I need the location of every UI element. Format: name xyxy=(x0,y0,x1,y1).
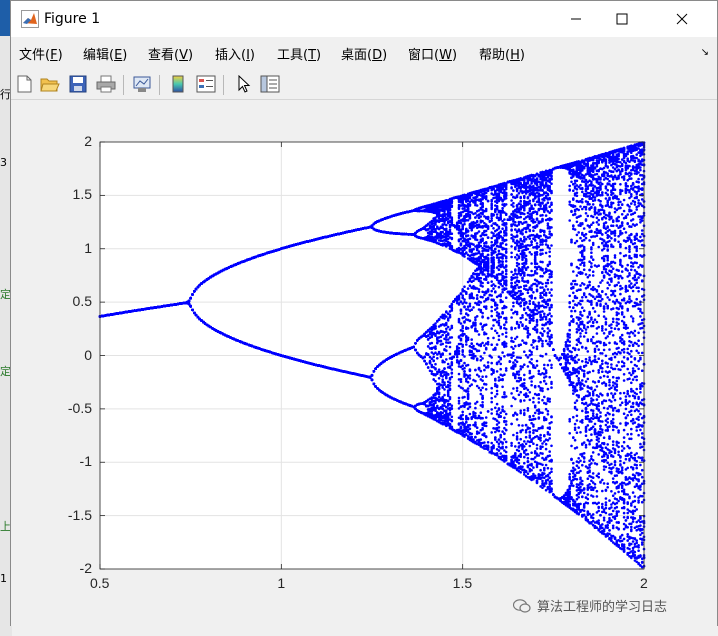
title-bar[interactable]: Figure 1 xyxy=(11,1,717,37)
property-inspector-button[interactable] xyxy=(259,73,281,95)
toolbar-separator xyxy=(223,75,224,95)
plot-area: 2 1.5 1 0.5 0 -0.5 -1 -1.5 -2 0.5 1 1.5 2 xyxy=(11,100,717,626)
matlab-logo-icon xyxy=(21,10,39,28)
data-point xyxy=(193,311,196,315)
toolbar-separator xyxy=(123,75,124,95)
close-button[interactable] xyxy=(659,1,705,37)
close-icon xyxy=(676,13,688,25)
menu-item-desktop[interactable]: 桌面(D) xyxy=(341,44,387,63)
menu-item-window[interactable]: 窗口(W) xyxy=(408,44,457,63)
print-button[interactable] xyxy=(95,73,117,95)
open-file-icon xyxy=(40,78,60,92)
property-inspector-icon xyxy=(260,75,280,93)
data-point xyxy=(191,308,194,312)
new-figure-button[interactable] xyxy=(13,73,35,95)
background-text: 1 xyxy=(0,572,7,585)
data-point xyxy=(187,302,191,305)
new-figure-icon xyxy=(17,75,32,93)
menu-bar: 文件(F) 编辑(E) 查看(V) 插入(I) 工具(T) 桌面(D) 窗口(W… xyxy=(11,41,717,65)
menu-item-file[interactable]: 文件(F) xyxy=(19,44,63,63)
menu-item-tools[interactable]: 工具(T) xyxy=(277,44,321,63)
data-point xyxy=(194,313,198,317)
chart-canvas[interactable] xyxy=(11,100,717,626)
menu-item-edit[interactable]: 编辑(E) xyxy=(83,44,127,63)
insert-legend-button[interactable] xyxy=(195,73,217,95)
figure-window: Figure 1 文件(F) 编辑(E) 查看(V) 插入(I) 工具(T) 桌… xyxy=(10,0,718,626)
print-icon xyxy=(96,75,116,93)
figure-toolbar xyxy=(11,69,717,100)
save-button[interactable] xyxy=(67,73,89,95)
data-point xyxy=(194,287,198,291)
pointer-icon xyxy=(238,75,251,93)
toolbar-separator xyxy=(159,75,160,95)
maximize-icon xyxy=(616,13,628,25)
background-text: 3 xyxy=(0,156,7,169)
insert-colorbar-button[interactable] xyxy=(167,73,189,95)
menubar-dock-arrow-icon[interactable]: ↘ xyxy=(701,47,709,58)
legend-icon xyxy=(196,75,216,93)
colorbar-icon xyxy=(172,75,184,93)
data-point xyxy=(193,290,196,293)
data-point xyxy=(191,293,194,296)
open-file-button[interactable] xyxy=(39,73,61,95)
data-point xyxy=(189,297,192,300)
edit-plot-button[interactable] xyxy=(233,73,255,95)
link-plot-icon xyxy=(133,76,151,92)
menu-item-insert[interactable]: 插入(I) xyxy=(215,44,255,63)
save-icon xyxy=(69,75,87,93)
window-title: Figure 1 xyxy=(44,11,100,27)
minimize-button[interactable] xyxy=(553,1,599,37)
data-point xyxy=(189,304,192,308)
menu-item-help[interactable]: 帮助(H) xyxy=(479,44,525,63)
maximize-button[interactable] xyxy=(599,1,645,37)
minimize-icon xyxy=(571,18,581,20)
menu-item-view[interactable]: 查看(V) xyxy=(148,44,193,63)
link-plot-button[interactable] xyxy=(131,73,153,95)
